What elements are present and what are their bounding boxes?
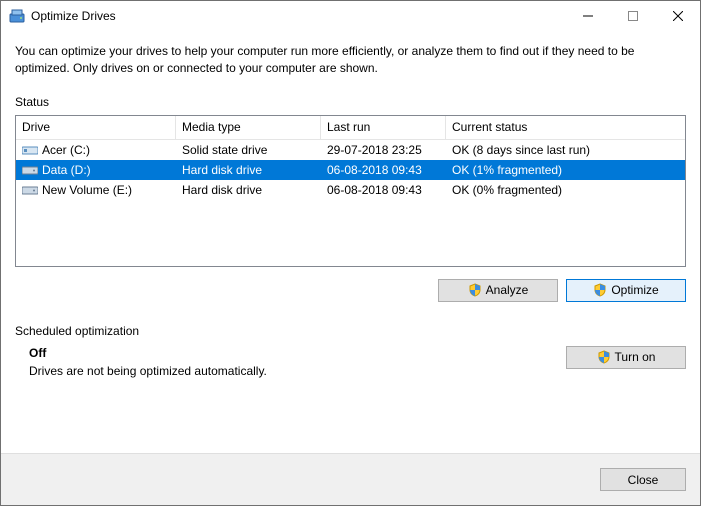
close-label: Close (628, 473, 659, 487)
drive-status: OK (8 days since last run) (452, 143, 685, 157)
optimize-drives-window: Optimize Drives You can optimize your dr… (0, 0, 701, 506)
close-button[interactable] (655, 1, 700, 31)
action-button-row: Analyze Optimize (15, 279, 686, 302)
drive-name: New Volume (E:) (42, 183, 132, 197)
scheduled-description: Drives are not being optimized automatic… (29, 364, 566, 378)
drive-list[interactable]: Drive Media type Last run Current status… (15, 115, 686, 267)
turn-on-button[interactable]: Turn on (566, 346, 686, 369)
maximize-button[interactable] (610, 1, 655, 31)
drive-name: Data (D:) (42, 163, 91, 177)
intro-text: You can optimize your drives to help you… (15, 43, 686, 77)
drive-media: Hard disk drive (182, 183, 327, 197)
column-drive[interactable]: Drive (16, 116, 176, 139)
drive-media: Solid state drive (182, 143, 327, 157)
drive-status: OK (0% fragmented) (452, 183, 685, 197)
window-title: Optimize Drives (31, 9, 565, 23)
titlebar: Optimize Drives (1, 1, 700, 31)
drive-name: Acer (C:) (42, 143, 90, 157)
shield-icon (597, 350, 611, 364)
ssd-icon (22, 144, 38, 156)
shield-icon (468, 283, 482, 297)
optimize-button[interactable]: Optimize (566, 279, 686, 302)
content-area: You can optimize your drives to help you… (1, 31, 700, 453)
close-dialog-button[interactable]: Close (600, 468, 686, 491)
app-icon (9, 8, 25, 24)
drive-status: OK (1% fragmented) (452, 163, 685, 177)
hdd-icon (22, 164, 38, 176)
drive-list-header: Drive Media type Last run Current status (16, 116, 685, 140)
analyze-label: Analyze (486, 283, 529, 297)
scheduled-optimization-section: Scheduled optimization Off Drives are no… (15, 324, 686, 378)
status-label: Status (15, 95, 686, 109)
scheduled-state: Off (29, 346, 566, 360)
minimize-button[interactable] (565, 1, 610, 31)
turn-on-label: Turn on (615, 350, 656, 364)
column-last-run[interactable]: Last run (321, 116, 446, 139)
window-controls (565, 1, 700, 31)
drive-row[interactable]: Data (D:) Hard disk drive 06-08-2018 09:… (16, 160, 685, 180)
drive-last-run: 29-07-2018 23:25 (327, 143, 452, 157)
scheduled-label: Scheduled optimization (15, 324, 686, 338)
column-media[interactable]: Media type (176, 116, 321, 139)
drive-media: Hard disk drive (182, 163, 327, 177)
drive-row[interactable]: Acer (C:) Solid state drive 29-07-2018 2… (16, 140, 685, 160)
hdd-icon (22, 184, 38, 196)
shield-icon (593, 283, 607, 297)
drive-row[interactable]: New Volume (E:) Hard disk drive 06-08-20… (16, 180, 685, 200)
drive-last-run: 06-08-2018 09:43 (327, 183, 452, 197)
footer: Close (1, 453, 700, 505)
analyze-button[interactable]: Analyze (438, 279, 558, 302)
drive-last-run: 06-08-2018 09:43 (327, 163, 452, 177)
column-status[interactable]: Current status (446, 116, 685, 139)
optimize-label: Optimize (611, 283, 658, 297)
